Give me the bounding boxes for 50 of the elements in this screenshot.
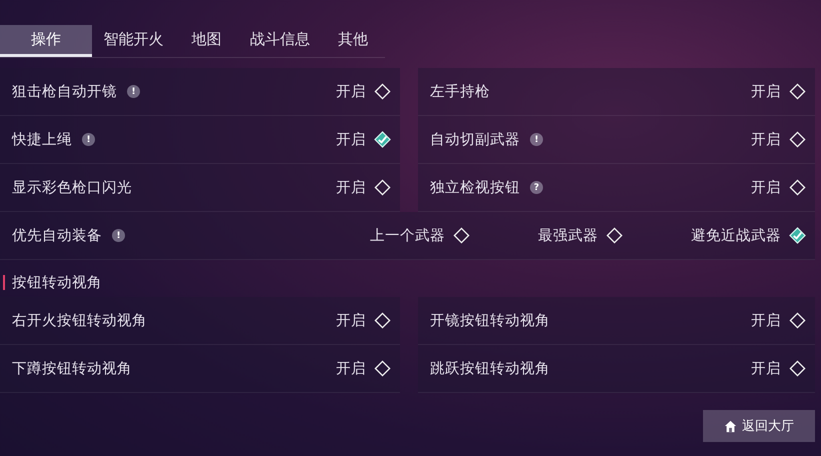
diamond-checkbox[interactable] [789, 360, 806, 377]
diamond-checkbox[interactable] [789, 179, 806, 196]
home-icon [724, 420, 737, 432]
info-icon[interactable]: ? [530, 181, 543, 194]
info-icon[interactable]: ! [530, 133, 543, 146]
option-label: 开启 [336, 360, 366, 378]
diamond-checkbox[interactable] [374, 131, 391, 148]
setting-label: 显示彩色枪口闪光 [12, 179, 132, 197]
setting-label: 左手持枪 [430, 82, 490, 101]
setting-label: 独立检视按钮 [430, 178, 520, 197]
tab[interactable]: 地图 [174, 25, 238, 57]
diamond-checkbox[interactable] [789, 83, 806, 100]
diamond-checkbox[interactable] [374, 360, 391, 377]
diamond-checkbox[interactable] [789, 312, 806, 329]
option-label: 开启 [751, 130, 781, 149]
diamond-checkbox[interactable] [453, 227, 470, 244]
option-label: 避免近战武器 [691, 227, 781, 245]
option-label: 开启 [336, 82, 366, 101]
info-icon[interactable]: ! [112, 229, 125, 242]
option-label: 上一个武器 [370, 227, 445, 245]
option-label: 开启 [751, 82, 781, 101]
tab[interactable]: 智能开火 [92, 25, 174, 57]
back-to-lobby-button[interactable]: 返回大厅 [703, 410, 815, 442]
diamond-checkbox[interactable] [789, 131, 806, 148]
setting-label: 右开火按钮转动视角 [12, 312, 147, 330]
diamond-checkbox[interactable] [374, 312, 391, 329]
setting-label: 快捷上绳 [12, 131, 72, 149]
setting-label: 优先自动装备 [12, 227, 102, 245]
setting-label: 狙击枪自动开镜 [12, 83, 117, 101]
option-label: 开启 [336, 178, 366, 197]
tab[interactable]: 其他 [321, 25, 385, 57]
diamond-checkbox[interactable] [606, 227, 623, 244]
option-label: 开启 [336, 130, 366, 149]
setting-label: 下蹲按钮转动视角 [12, 360, 132, 378]
info-icon[interactable]: ! [127, 85, 140, 98]
setting-label: 跳跃按钮转动视角 [430, 360, 550, 378]
diamond-checkbox[interactable] [374, 83, 391, 100]
option-label: 开启 [751, 178, 781, 197]
diamond-checkbox[interactable] [789, 227, 806, 244]
option-label: 开启 [751, 312, 781, 330]
info-icon[interactable]: ! [82, 133, 95, 146]
setting-label: 自动切副武器 [430, 131, 520, 149]
diamond-checkbox[interactable] [374, 179, 391, 196]
option-label: 最强武器 [538, 227, 598, 245]
option-label: 开启 [336, 312, 366, 330]
setting-label: 开镜按钮转动视角 [430, 312, 550, 330]
tab[interactable]: 战斗信息 [238, 25, 321, 57]
section-title: 按钮转动视角 [12, 274, 102, 292]
option-label: 开启 [751, 360, 781, 378]
tab[interactable]: 操作 [0, 25, 92, 57]
